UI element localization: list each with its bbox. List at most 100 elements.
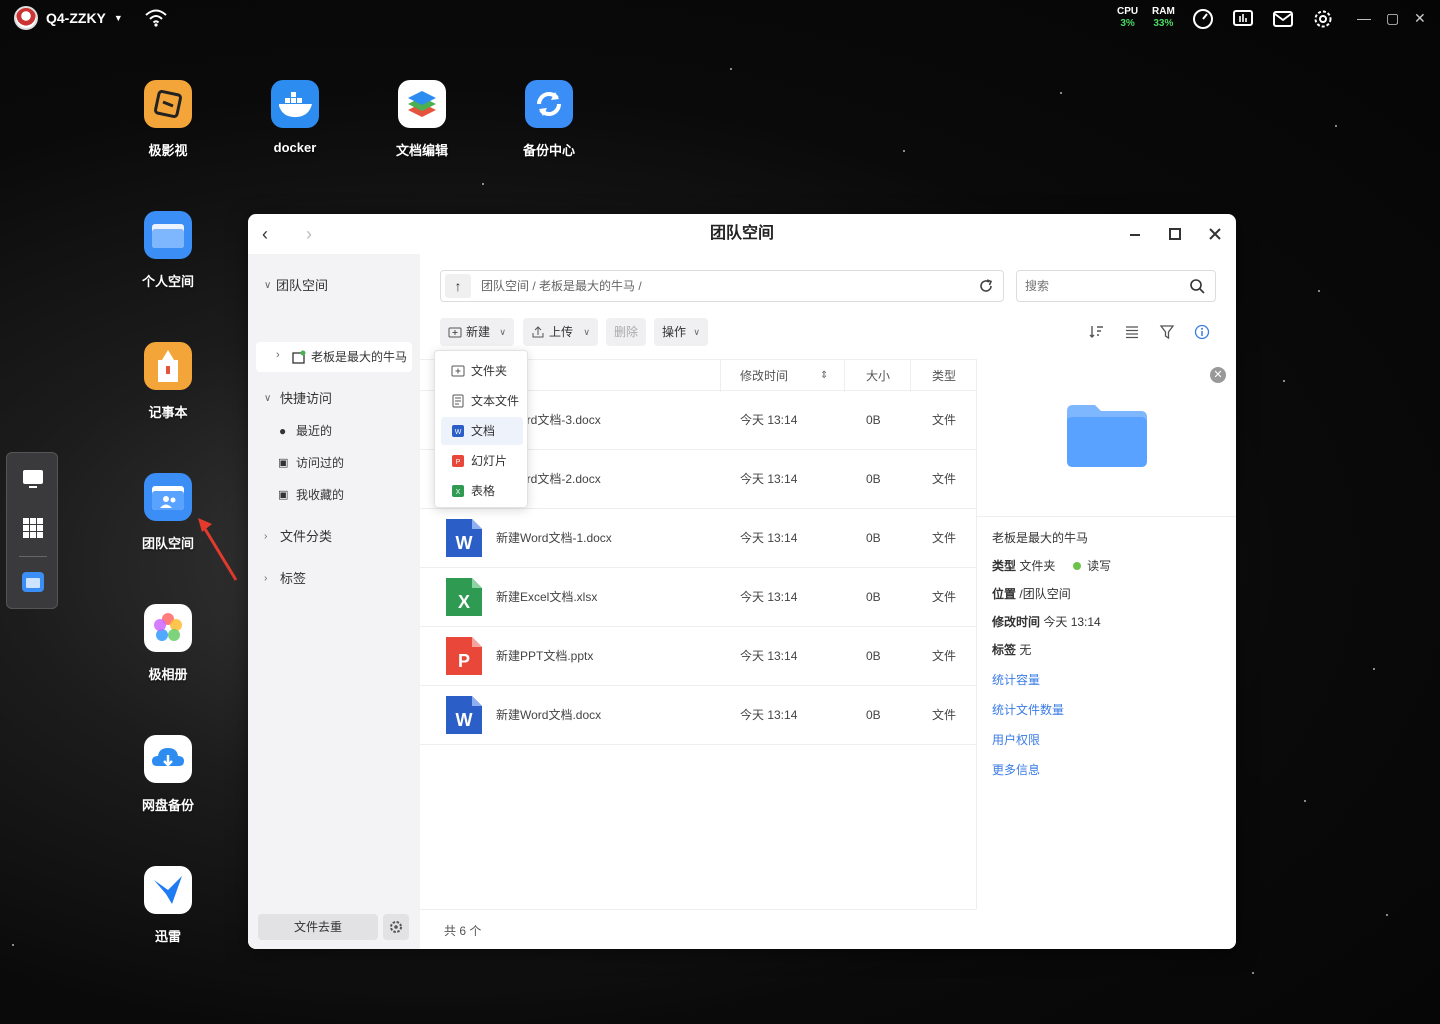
desktop-icon[interactable] [21,467,45,491]
cpu-stat: CPU 3% [1117,6,1138,30]
delete-button[interactable]: 删除 [606,318,646,346]
app-label: 极影视 [148,143,188,158]
top-bar: Q4-ZZKY ▼ CPU 3% RAM 33% — ▢ ✕ [0,0,1440,36]
gear-icon[interactable] [1312,8,1334,30]
dedup-settings-button[interactable] [383,914,409,940]
detail-tags-label: 标签 [992,643,1017,657]
menu-item-doc[interactable]: W 文档 [441,417,523,445]
upload-button-label: 上传 [549,325,574,339]
menu-item-label: 文本文件 [471,394,520,408]
new-button[interactable]: 新建 ∨ [440,318,514,346]
window-title: 团队空间 [709,225,774,242]
more-info-link[interactable]: 更多信息 [992,761,1040,778]
table-row[interactable]: W 新建Word文档-1.docx 今天 13:14 0B 文件 [420,509,976,568]
cloud-download-icon [144,735,192,783]
path-text: 团队空间 / 老板是最大的牛马 / [481,279,642,293]
footer-divider [420,909,976,910]
app-personal-space[interactable]: 个人空间 [113,211,223,290]
file-modified: 今天 13:14 [740,413,798,427]
new-folder-icon [448,327,462,338]
chevron-down-icon: ∨ [264,393,272,404]
actions-button[interactable]: 操作 ∨ [654,318,708,346]
minimize-icon[interactable]: — [1357,10,1371,26]
chevron-down-icon: ∨ [264,280,272,291]
app-jiyingshi[interactable]: 极影视 [113,80,223,159]
menu-item-folder[interactable]: 文件夹 [441,357,523,385]
sidebar-item-visited[interactable]: ▣ 访问过的 [248,449,420,477]
table-row[interactable]: P 新建PPT文档.pptx 今天 13:14 0B 文件 [420,627,976,686]
dedup-button[interactable]: 文件去重 [258,914,378,940]
sidebar-item-recent[interactable]: ● 最近的 [248,417,420,445]
app-label: 文档编辑 [395,143,448,158]
user-permissions-link[interactable]: 用户权限 [992,731,1040,748]
upload-button[interactable]: 上传 ∨ [523,318,598,346]
folder-star-icon: ▣ [278,489,289,501]
column-size[interactable]: 大小 [866,360,890,392]
sidebar-item-favorites[interactable]: ▣ 我收藏的 [248,481,420,509]
menu-item-label: 表格 [471,484,496,498]
team-folder-icon [144,473,192,521]
mail-icon[interactable] [1272,8,1294,30]
detail-type-label: 类型 [992,559,1017,573]
folder-icon [144,211,192,259]
up-arrow-icon[interactable]: ↑ [445,274,471,298]
column-modified[interactable]: 修改时间 [740,360,788,392]
wifi-icon[interactable] [144,8,168,28]
sidebar-item-team-space-root[interactable]: ∨ 团队空间 [248,272,420,300]
filter-icon[interactable] [1159,324,1175,340]
menu-item-text-file[interactable]: 文本文件 [441,387,523,415]
menu-item-sheet[interactable]: X 表格 [441,477,523,505]
table-row[interactable]: W 新建Word文档.docx 今天 13:14 0B 文件 [420,686,976,745]
app-label: 个人空间 [141,274,194,289]
chevron-down-icon: ∨ [693,327,700,337]
sidebar-item-label: 我收藏的 [296,488,345,502]
main-panel: ↑ 团队空间 / 老板是最大的牛马 / 新建 ∨ 上传 ∨ 删除 操作 ∨ [420,254,1236,949]
table-row[interactable]: X 新建Excel文档.xlsx 今天 13:14 0B 文件 [420,568,976,627]
app-photos[interactable]: 极相册 [113,604,223,683]
info-icon[interactable] [1194,324,1210,340]
refresh-icon[interactable] [977,277,995,295]
sort-icon[interactable] [1089,324,1105,340]
path-bar[interactable]: ↑ 团队空间 / 老板是最大的牛马 / [440,270,1004,302]
minimize-window-icon[interactable] [1125,224,1145,244]
svg-text:P: P [456,459,461,466]
file-name: 新建Excel文档.xlsx [496,590,598,604]
menu-item-slides[interactable]: P 幻灯片 [441,447,523,475]
stat-file-count-link[interactable]: 统计文件数量 [992,701,1064,718]
app-backup-center[interactable]: 备份中心 [494,80,604,159]
stat-capacity-link[interactable]: 统计容量 [992,671,1040,688]
svg-text:X: X [456,489,461,496]
speed-gauge-icon[interactable] [1192,8,1214,30]
app-grid-icon[interactable] [21,516,45,540]
maximize-window-icon[interactable] [1165,224,1185,244]
app-notepad[interactable]: 记事本 [113,342,223,421]
file-modified: 今天 13:14 [740,472,798,486]
menu-item-label: 文档 [471,424,496,438]
list-view-icon[interactable] [1124,324,1140,340]
file-type: 文件 [932,649,957,663]
svg-text:W: W [456,533,473,553]
docker-icon [271,80,319,128]
sidebar-item-tags[interactable]: › 标签 [248,565,420,593]
ppt-file-icon: P [452,455,464,467]
sidebar-item-file-category[interactable]: › 文件分类 [248,523,420,551]
close-icon[interactable]: ✕ [1414,10,1426,27]
maximize-icon[interactable]: ▢ [1386,10,1399,27]
app-xunlei[interactable]: 迅雷 [113,866,223,945]
device-switcher[interactable]: Q4-ZZKY ▼ [14,6,123,30]
monitor-icon[interactable] [1232,8,1254,30]
app-cloud-backup[interactable]: 网盘备份 [113,735,223,814]
close-window-icon[interactable] [1205,224,1225,244]
team-space-dock-icon[interactable] [21,570,45,594]
file-modified: 今天 13:14 [740,590,798,604]
sort-toggle-icon[interactable]: ⇕ [820,360,828,392]
file-modified: 今天 13:14 [740,708,798,722]
app-docker[interactable]: docker [240,80,350,155]
search-icon[interactable] [1189,278,1205,294]
file-name: 新建Word文档.docx [496,708,602,722]
app-doc-editor[interactable]: 文档编辑 [367,80,477,159]
close-icon[interactable]: ✕ [1210,367,1226,383]
sidebar-item-quick-access[interactable]: ∨ 快捷访问 [248,385,420,413]
search-input[interactable] [1025,271,1185,301]
column-type[interactable]: 类型 [932,360,956,392]
